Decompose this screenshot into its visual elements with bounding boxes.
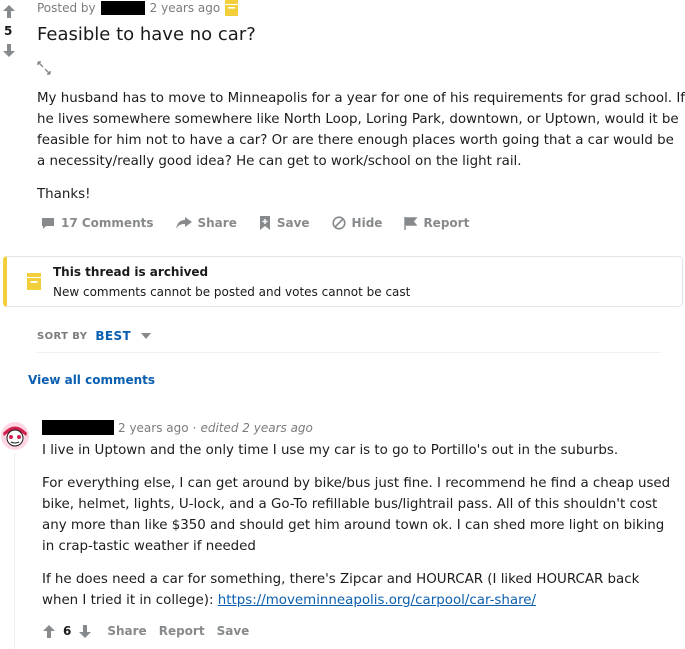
comment-paragraph: If he does need a car for something, the… (42, 569, 672, 611)
redacted-username (42, 420, 114, 435)
sort-control[interactable]: SORT BY BEST (37, 329, 152, 343)
share-button[interactable]: Share (175, 216, 237, 230)
chevron-down-icon[interactable] (141, 333, 152, 339)
comment-icon (42, 217, 54, 229)
report-button[interactable]: Report (404, 216, 469, 230)
share-label: Share (197, 216, 237, 230)
comment-score: 6 (63, 624, 72, 638)
bookmark-icon (259, 216, 270, 230)
archived-box-icon (27, 273, 41, 290)
post-score: 5 (4, 24, 13, 38)
save-button[interactable]: Save (259, 216, 310, 230)
comment-actions: 6 Share Report Save (43, 624, 249, 638)
downvote-arrow-icon[interactable] (3, 44, 15, 57)
divider (37, 352, 661, 353)
sort-value[interactable]: BEST (95, 329, 131, 343)
redacted-username (100, 1, 145, 15)
post-title[interactable]: Feasible to have no car? (37, 24, 256, 45)
post-body: My husband has to move to Minneapolis fo… (37, 88, 685, 217)
post-body-paragraph: My husband has to move to Minneapolis fo… (37, 91, 685, 169)
comment-paragraph: For everything else, I can get around by… (42, 476, 671, 554)
hide-label: Hide (351, 216, 383, 230)
comment-edited: edited 2 years ago (200, 420, 313, 435)
comment-meta: 2 years ago · edited 2 years ago (42, 420, 313, 435)
comment-body: I live in Uptown and the only time I use… (42, 440, 672, 623)
post-actions: 17 Comments Share Save Hide Report (41, 216, 491, 230)
archived-banner: This thread is archived New comments can… (3, 256, 683, 307)
comment-share-button[interactable]: Share (107, 624, 146, 638)
hide-button[interactable]: Hide (331, 216, 383, 230)
comment-report-button[interactable]: Report (159, 624, 205, 638)
share-icon (175, 216, 192, 229)
report-label: Report (423, 216, 470, 230)
comment-paragraph: I live in Uptown and the only time I use… (42, 443, 619, 458)
car-share-link[interactable]: https://moveminneapolis.org/carpool/car-… (218, 593, 536, 608)
archived-box-icon (225, 0, 239, 16)
archived-message: New comments cannot be posted and votes … (53, 285, 411, 299)
hide-icon (331, 216, 346, 230)
avatar[interactable] (0, 421, 30, 451)
comment-age: 2 years ago (118, 420, 189, 435)
upvote-arrow-icon[interactable] (3, 5, 15, 18)
sort-label: SORT BY (37, 330, 88, 342)
post-body-paragraph: Thanks! (37, 187, 91, 202)
posted-by-label: Posted by (37, 1, 96, 15)
comment-save-button[interactable]: Save (217, 624, 250, 638)
flag-icon (404, 216, 418, 230)
upvote-arrow-icon[interactable] (43, 624, 55, 638)
post-age: 2 years ago (149, 1, 221, 15)
downvote-arrow-icon[interactable] (79, 624, 92, 638)
comments-button[interactable]: 17 Comments (41, 216, 154, 230)
thread-line[interactable] (14, 453, 15, 649)
meta-separator: · (192, 420, 197, 435)
view-all-comments-link[interactable]: View all comments (28, 373, 155, 387)
comments-label: 17 Comments (61, 216, 154, 230)
expand-icon[interactable] (37, 61, 51, 75)
save-label: Save (276, 216, 310, 230)
archived-title: This thread is archived (53, 265, 209, 279)
post-meta: Posted by 2 years ago (37, 0, 239, 16)
